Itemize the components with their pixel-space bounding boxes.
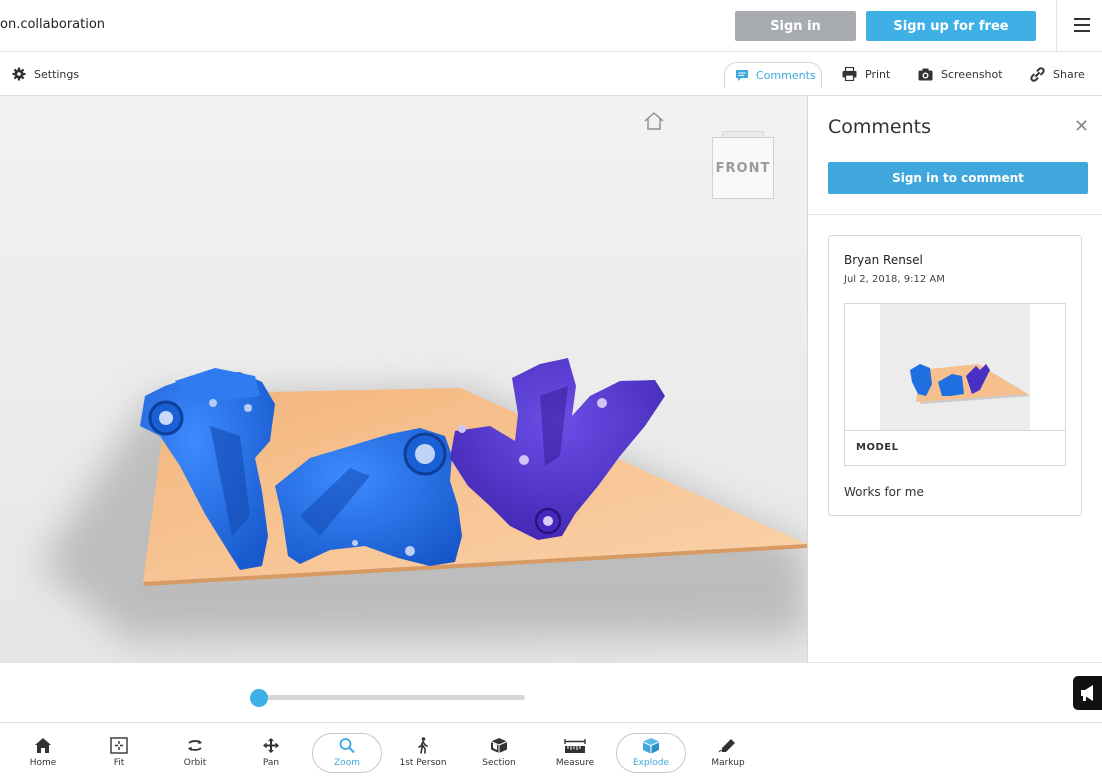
tool-explode[interactable]: Explode	[616, 723, 686, 781]
home-view-icon[interactable]	[643, 111, 665, 131]
tool-first-person[interactable]: 1st Person	[393, 723, 453, 781]
view-cube[interactable]: FRONT	[712, 131, 774, 199]
active-tool-highlight	[312, 733, 382, 773]
walking-person-icon	[418, 737, 428, 754]
feedback-button[interactable]	[1073, 676, 1102, 710]
attachment-label: MODEL	[856, 442, 899, 453]
explode-slider-handle[interactable]	[250, 689, 268, 707]
share-button[interactable]: Share	[1030, 65, 1085, 83]
tool-fit[interactable]: Fit	[99, 723, 139, 781]
viewer-toolbar: Home Fit Orbit Pan Zoom 1st Person Secti…	[0, 722, 1102, 781]
ruler-icon	[564, 739, 586, 753]
settings-button[interactable]: Settings	[12, 65, 79, 83]
tool-home[interactable]: Home	[23, 723, 63, 781]
pan-icon	[263, 738, 279, 753]
page-url-fragment: on.collaboration	[0, 17, 106, 32]
comment-card: Bryan Rensel Jul 2, 2018, 9:12 AM MODEL …	[828, 235, 1082, 516]
viewer-action-bar: Settings Comments Print Screenshot Share	[0, 52, 1102, 96]
comments-panel-title: Comments	[828, 116, 931, 138]
top-bar: on.collaboration Sign in Sign up for fre…	[0, 0, 1102, 52]
orbit-icon	[188, 740, 202, 751]
comment-attachment[interactable]: MODEL	[844, 303, 1066, 466]
share-label: Share	[1053, 67, 1085, 81]
view-cube-front-face[interactable]: FRONT	[712, 137, 774, 199]
comments-button[interactable]: Comments	[724, 62, 822, 88]
screenshot-label: Screenshot	[941, 67, 1003, 81]
active-tool-highlight	[616, 733, 686, 773]
tool-measure[interactable]: Measure	[550, 723, 600, 781]
fit-icon	[110, 737, 128, 754]
explode-slider-area	[0, 662, 1102, 722]
tool-zoom[interactable]: Zoom	[312, 723, 382, 781]
tool-pan[interactable]: Pan	[251, 723, 291, 781]
panel-divider	[808, 214, 1102, 215]
tool-orbit[interactable]: Orbit	[175, 723, 215, 781]
home-icon	[35, 738, 51, 753]
close-icon[interactable]: ✕	[1074, 116, 1089, 137]
print-label: Print	[865, 67, 891, 81]
megaphone-icon	[1081, 685, 1093, 701]
comment-author: Bryan Rensel	[844, 253, 923, 267]
gear-icon	[12, 67, 26, 81]
comments-label: Comments	[756, 69, 816, 82]
camera-icon	[918, 68, 933, 80]
comment-icon	[736, 70, 748, 81]
sign-in-button[interactable]: Sign in	[735, 11, 856, 41]
menu-divider	[1056, 0, 1057, 52]
link-icon	[1030, 66, 1045, 82]
hamburger-menu-icon[interactable]	[1074, 18, 1090, 32]
settings-label: Settings	[34, 67, 80, 81]
tool-section[interactable]: Section	[474, 723, 524, 781]
comment-body: Works for me	[844, 485, 924, 499]
sign-in-to-comment-button[interactable]: Sign in to comment	[828, 162, 1088, 194]
comments-panel: Comments ✕ Sign in to comment Bryan Rens…	[807, 96, 1102, 662]
explode-slider-track[interactable]	[259, 695, 525, 700]
model-viewport[interactable]: FRONT	[0, 96, 807, 662]
section-cube-icon	[490, 738, 508, 753]
model-thumbnail[interactable]	[880, 304, 1030, 430]
print-button[interactable]: Print	[842, 65, 890, 83]
screenshot-button[interactable]: Screenshot	[918, 65, 1003, 83]
sign-up-button[interactable]: Sign up for free	[866, 11, 1036, 41]
printer-icon	[842, 67, 857, 81]
comment-date: Jul 2, 2018, 9:12 AM	[844, 274, 945, 285]
model-scene[interactable]	[0, 96, 807, 662]
tool-markup[interactable]: Markup	[703, 723, 753, 781]
pen-icon	[718, 739, 735, 753]
